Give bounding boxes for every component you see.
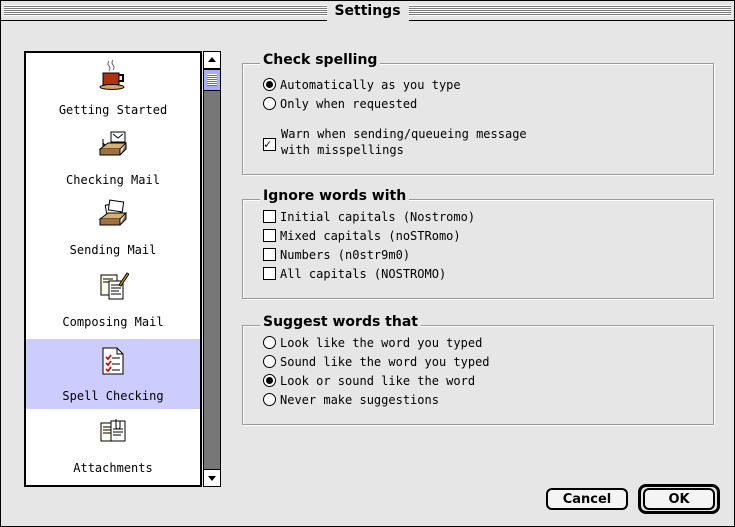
sidebar-item-label: Composing Mail xyxy=(62,315,164,329)
checkbox[interactable] xyxy=(263,229,276,242)
sidebar-item-label: Checking Mail xyxy=(66,173,160,187)
sidebar-item-attachments[interactable]: Attachments xyxy=(26,411,200,481)
sidebar-scrollbar[interactable] xyxy=(203,51,221,487)
settings-window: Settings Getting Started Checking Mail S… xyxy=(0,0,735,527)
option-label: Numbers (n0str9m0) xyxy=(280,248,411,262)
arrow-up-icon xyxy=(208,57,216,62)
checkbox-initial-capitals[interactable]: Initial capitals (Nostromo) xyxy=(263,208,475,226)
checkbox[interactable] xyxy=(263,135,276,153)
ok-button[interactable]: OK xyxy=(643,488,715,510)
scroll-thumb[interactable] xyxy=(204,69,220,91)
group-title: Check spelling xyxy=(260,52,381,68)
settings-category-list: Getting Started Checking Mail Sending Ma… xyxy=(24,51,202,487)
sidebar-item-label: Attachments xyxy=(73,461,153,475)
ignore-words-group: Ignore words with Initial capitals (Nost… xyxy=(242,188,714,299)
radio-look-like[interactable]: Look like the word you typed xyxy=(263,334,482,352)
scroll-down-arrow[interactable] xyxy=(204,469,220,486)
sidebar-item-label: Sending Mail xyxy=(69,243,157,257)
radio-button[interactable] xyxy=(263,355,276,368)
radio-button[interactable] xyxy=(263,393,276,406)
suggest-words-group: Suggest words that Look like the word yo… xyxy=(242,314,714,425)
option-label: Sound like the word you typed xyxy=(280,355,490,369)
option-label: All capitals (NOSTROMO) xyxy=(280,267,447,281)
warn-label-line2: with misspellings xyxy=(281,143,404,157)
radio-button[interactable] xyxy=(263,78,276,91)
checkbox[interactable] xyxy=(263,210,276,223)
coffee-cup-icon xyxy=(99,59,125,90)
check-spelling-group: Check spelling Automatically as you type… xyxy=(242,52,714,175)
option-label: Initial capitals (Nostromo) xyxy=(280,210,476,224)
inbox-tray-icon xyxy=(98,131,128,156)
warn-label-line1: Warn when sending/queueing message xyxy=(281,127,527,141)
checklist-icon xyxy=(102,347,124,375)
sidebar-item-checking-mail[interactable]: Checking Mail xyxy=(26,123,200,193)
scroll-up-arrow[interactable] xyxy=(204,52,220,69)
checkbox[interactable] xyxy=(263,267,276,280)
option-label: Only when requested xyxy=(280,97,418,111)
radio-sound-like[interactable]: Sound like the word you typed xyxy=(263,353,490,371)
option-label: Look or sound like the word xyxy=(280,374,476,388)
warn-label: Warn when sending/queueing message with … xyxy=(281,126,527,158)
radio-never-suggest[interactable]: Never make suggestions xyxy=(263,391,439,409)
radio-button[interactable] xyxy=(263,374,276,387)
sidebar-item-spell-checking[interactable]: Spell Checking xyxy=(26,339,200,409)
option-label: Mixed capitals (noSTRomo) xyxy=(280,229,461,243)
sidebar-item-getting-started[interactable]: Getting Started xyxy=(26,53,200,123)
group-title: Ignore words with xyxy=(260,188,410,204)
checkbox-mixed-capitals[interactable]: Mixed capitals (noSTRomo) xyxy=(263,227,461,245)
attachment-documents-icon xyxy=(100,419,126,442)
sidebar-item-composing-mail[interactable]: Composing Mail xyxy=(26,265,200,335)
compose-document-icon xyxy=(100,272,129,300)
radio-look-or-sound[interactable]: Look or sound like the word xyxy=(263,372,475,390)
title-bar[interactable]: Settings xyxy=(1,1,734,21)
checkbox-all-capitals[interactable]: All capitals (NOSTROMO) xyxy=(263,265,446,283)
option-label: Automatically as you type xyxy=(280,78,461,92)
window-title: Settings xyxy=(326,1,409,21)
sidebar-item-label: Spell Checking xyxy=(62,389,164,403)
radio-button[interactable] xyxy=(263,97,276,110)
radio-automatically[interactable]: Automatically as you type xyxy=(263,76,461,94)
sidebar-item-sending-mail[interactable]: Sending Mail xyxy=(26,193,200,263)
checkbox-numbers[interactable]: Numbers (n0str9m0) xyxy=(263,246,410,264)
checkbox[interactable] xyxy=(263,248,276,261)
sidebar-item-label: Getting Started xyxy=(58,103,168,117)
group-title: Suggest words that xyxy=(260,314,421,330)
radio-button[interactable] xyxy=(263,336,276,349)
radio-only-when-requested[interactable]: Only when requested xyxy=(263,95,417,113)
cancel-button[interactable]: Cancel xyxy=(546,488,628,510)
arrow-down-icon xyxy=(208,476,216,481)
option-label: Look like the word you typed xyxy=(280,336,483,350)
outbox-tray-icon xyxy=(98,199,128,226)
option-label: Never make suggestions xyxy=(280,393,439,407)
